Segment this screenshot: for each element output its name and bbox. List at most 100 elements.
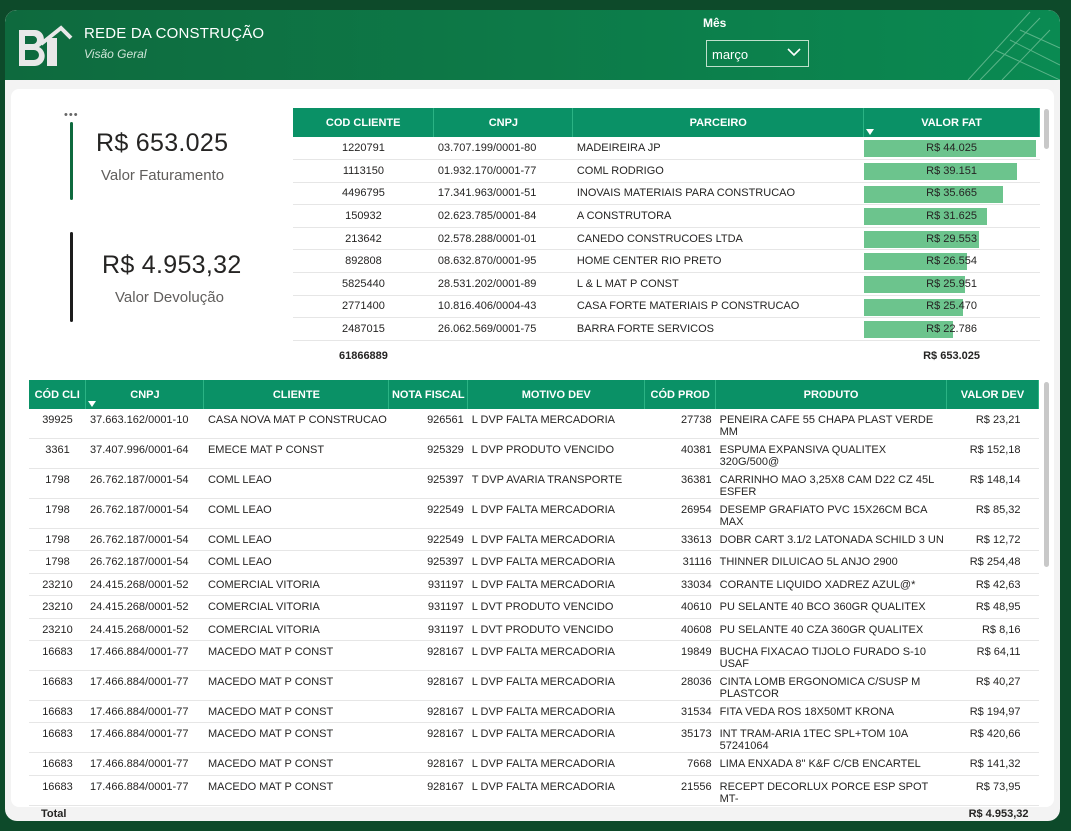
report-frame: REDE DA CONSTRUÇÃO Visão Geral Mês março…: [5, 10, 1060, 821]
table-row[interactable]: 5825440 28.531.202/0001-89 L & L MAT P CON…: [293, 272, 1040, 296]
cell-produto: INT TRAM-ARIA 1TEC SPL+TOM 10A 57241064: [715, 722, 947, 754]
table-row[interactable]: 16683 17.466.884/0001-77 MACEDO MAT P CONS…: [29, 670, 1039, 701]
month-filter-label: Mês: [703, 16, 727, 30]
cell-cod-cli: 1798: [29, 498, 86, 529]
table-row[interactable]: 892808 08.632.870/0001-95 HOME CENTER RIO …: [293, 249, 1040, 274]
cell-nota-fiscal: 925397: [388, 468, 468, 499]
cell-cod-cli: 16683: [29, 670, 86, 701]
col-header-cnpj-dev[interactable]: CNPJ: [85, 380, 205, 409]
cell-cliente: CASA NOVA MAT P CONSTRUCAO: [203, 409, 389, 439]
cell-motivo-dev: L DVT PRODUTO VENCIDO: [467, 595, 645, 619]
col-header-cliente[interactable]: CLIENTE: [203, 380, 390, 409]
returns-table-scrollbar[interactable]: [1044, 382, 1049, 567]
table-row[interactable]: 16683 17.466.884/0001-77 MACEDO MAT P CONS…: [29, 700, 1039, 724]
cell-valor-dev: R$ 420,66: [946, 722, 1039, 754]
col-header-valor-fat[interactable]: VALOR FAT: [863, 108, 1040, 137]
cell-motivo-dev: L DVP FALTA MERCADORIA: [467, 752, 645, 776]
cell-cnpj: 02.623.785/0001-84: [433, 204, 573, 228]
table-row[interactable]: 4496795 17.341.963/0001-51 INOVAIS MATERIA…: [293, 182, 1040, 206]
cell-valor-dev: R$ 64,11: [946, 640, 1039, 671]
cell-parceiro: INOVAIS MATERIAIS PARA CONSTRUCAO: [572, 182, 864, 206]
table-row[interactable]: 39925 37.663.162/0001-10 CASA NOVA MAT P C…: [29, 409, 1039, 439]
table-row[interactable]: 2487015 26.062.569/0001-75 BARRA FORTE SER…: [293, 317, 1040, 341]
table-row[interactable]: 150932 02.623.785/0001-84 A CONSTRUTORA R$ …: [293, 204, 1040, 228]
cell-valor-dev: R$ 194,97: [946, 700, 1039, 724]
cell-motivo-dev: L DVP FALTA MERCADORIA: [467, 700, 645, 724]
cell-valor-dev: R$ 8,16: [946, 618, 1039, 641]
month-filter-dropdown[interactable]: março: [706, 40, 809, 67]
col-header-cod-cliente[interactable]: COD CLIENTE: [293, 108, 435, 137]
report-subtitle: Visão Geral: [84, 47, 147, 61]
table-row[interactable]: 1798 26.762.187/0001-54 COML LEAO 922549 L D…: [29, 498, 1039, 529]
table-row[interactable]: 16683 17.466.884/0001-77 MACEDO MAT P CONS…: [29, 775, 1039, 806]
report-title: REDE DA CONSTRUÇÃO: [84, 25, 265, 42]
cell-produto: LIMA ENXADA 8" K&F C/CB ENCARTEL: [715, 752, 947, 776]
cell-cnpj: 17.466.884/0001-77: [85, 700, 204, 724]
cell-parceiro: L & L MAT P CONST: [572, 272, 864, 296]
table-row[interactable]: 2771400 10.816.406/0004-43 CASA FORTE MATE…: [293, 295, 1040, 319]
cell-cnpj: 17.466.884/0001-77: [85, 752, 204, 776]
cell-valor-fat: R$ 29.553: [863, 227, 1040, 251]
chevron-down-icon: [787, 48, 801, 57]
cell-cnpj: 03.707.199/0001-80: [433, 137, 573, 161]
cell-cnpj: 26.762.187/0001-54: [85, 468, 204, 499]
table-row[interactable]: 1113150 01.932.170/0001-77 COML RODRIGO R$ …: [293, 159, 1040, 183]
revenue-kpi-label: Valor Faturamento: [101, 167, 225, 184]
table-row[interactable]: 16683 17.466.884/0001-77 MACEDO MAT P CONS…: [29, 752, 1039, 776]
valor-fat-text: R$ 25.951: [926, 277, 977, 290]
cell-cod-cliente: 4496795: [293, 182, 434, 206]
col-header-parceiro[interactable]: PARCEIRO: [572, 108, 865, 137]
cell-cod-prod: 36381: [644, 468, 716, 499]
table-row[interactable]: 1798 26.762.187/0001-54 COML LEAO 922549 L D…: [29, 528, 1039, 552]
cell-cnpj: 28.531.202/0001-89: [433, 272, 573, 296]
table-row[interactable]: 23210 24.415.268/0001-52 COMERCIAL VITORIA…: [29, 573, 1039, 597]
cell-nota-fiscal: 928167: [388, 640, 468, 671]
cell-valor-dev: R$ 85,32: [946, 498, 1039, 529]
table-row[interactable]: 16683 17.466.884/0001-77 MACEDO MAT P CONS…: [29, 722, 1039, 754]
cell-nota-fiscal: 922549: [388, 528, 468, 552]
cell-valor-fat: R$ 44.025: [863, 137, 1040, 161]
col-header-valor-dev[interactable]: VALOR DEV: [946, 380, 1040, 409]
cell-parceiro: COML RODRIGO: [572, 159, 864, 183]
cell-cod-cli: 23210: [29, 618, 86, 641]
col-header-nota-fiscal[interactable]: NOTA FISCAL: [388, 380, 469, 409]
cell-cliente: COML LEAO: [203, 498, 389, 529]
total-row: Total R$ 4.953,32: [29, 805, 1039, 821]
cell-cod-prod: 33034: [644, 573, 716, 597]
table-row[interactable]: 23210 24.415.268/0001-52 COMERCIAL VITORIA…: [29, 595, 1039, 619]
report-header: REDE DA CONSTRUÇÃO Visão Geral Mês março: [5, 10, 1060, 80]
cell-cod-prod: 31116: [644, 550, 716, 574]
decorative-lines-icon: [967, 11, 1060, 80]
col-header-produto[interactable]: PRODUTO: [715, 380, 947, 409]
cell-motivo-dev: L DVT PRODUTO VENCIDO: [467, 618, 645, 641]
table-row[interactable]: 23210 24.415.268/0001-52 COMERCIAL VITORIA…: [29, 618, 1039, 641]
cell-motivo-dev: L DVP FALTA MERCADORIA: [467, 573, 645, 597]
clients-table-scrollbar[interactable]: [1044, 109, 1049, 149]
table-row[interactable]: 1798 26.762.187/0001-54 COML LEAO 925397 L D…: [29, 550, 1039, 574]
col-header-cod-cli[interactable]: CÓD CLI: [29, 380, 87, 409]
cell-cnpj: 24.415.268/0001-52: [85, 573, 204, 597]
cell-cnpj: 08.632.870/0001-95: [433, 249, 573, 274]
valor-fat-text: R$ 44.025: [926, 142, 977, 155]
valor-fat-text: R$ 39.151: [926, 164, 977, 177]
cell-parceiro: CANEDO CONSTRUCOES LTDA: [572, 227, 864, 251]
cell-cod-cliente: 1113150: [293, 159, 434, 183]
clients-revenue-table: COD CLIENTE CNPJ PARCEIRO VALOR FAT 1220…: [293, 108, 1040, 362]
cell-nota-fiscal: 928167: [388, 700, 468, 724]
col-header-motivo-dev[interactable]: MOTIVO DEV: [467, 380, 646, 409]
cell-nota-fiscal: 931197: [388, 618, 468, 641]
col-header-cod-prod[interactable]: CÓD PROD: [644, 380, 717, 409]
cell-produto: PENEIRA CAFE 55 CHAPA PLAST VERDE MM: [715, 409, 947, 439]
table-row[interactable]: 213642 02.578.288/0001-01 CANEDO CONSTRUCO…: [293, 227, 1040, 251]
col-header-cnpj[interactable]: CNPJ: [433, 108, 574, 137]
table-row[interactable]: 16683 17.466.884/0001-77 MACEDO MAT P CONS…: [29, 640, 1039, 671]
cell-cod-prod: 40381: [644, 438, 716, 469]
cell-cliente: MACEDO MAT P CONST: [203, 775, 389, 806]
cell-cod-cli: 1798: [29, 468, 86, 499]
table-row[interactable]: 3361 37.407.996/0001-64 EMECE MAT P CONST 9…: [29, 438, 1039, 469]
table-row[interactable]: 1220791 03.707.199/0001-80 MADEIREIRA JP R$…: [293, 137, 1040, 161]
cell-cod-cli: 1798: [29, 528, 86, 552]
cell-cod-cliente: 5825440: [293, 272, 434, 296]
more-options-icon[interactable]: •••: [64, 109, 79, 121]
table-row[interactable]: 1798 26.762.187/0001-54 COML LEAO 925397 T D…: [29, 468, 1039, 499]
